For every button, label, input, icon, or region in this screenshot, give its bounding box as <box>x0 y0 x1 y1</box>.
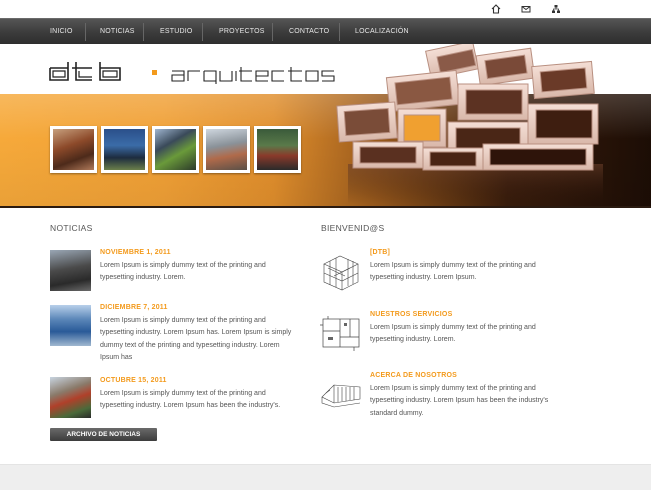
welcome-text: Lorem Ipsum is simply dummy text of the … <box>370 324 536 344</box>
welcome-text: Lorem Ipsum is simply dummy text of the … <box>370 385 549 417</box>
news-archive-button[interactable]: ARCHIVO DE NOTICIAS <box>50 428 157 441</box>
news-text: Lorem Ipsum is simply dummy text of the … <box>100 317 292 361</box>
news-thumbnail[interactable] <box>50 305 91 346</box>
nav-item-contacto[interactable]: CONTACTO <box>289 19 329 45</box>
news-text: Lorem Ipsum is simply dummy text of the … <box>100 262 266 282</box>
nav-item-inicio[interactable]: INICIO <box>50 19 73 45</box>
thumbnail-building-2[interactable] <box>101 126 148 173</box>
nav-divider <box>202 23 203 41</box>
welcome-text: Lorem Ipsum is simply dummy text of the … <box>370 262 536 282</box>
news-date: NOVIEMBRE 1, 2011 <box>100 249 171 256</box>
site-logo[interactable] <box>48 60 360 84</box>
hero-banner <box>0 44 651 206</box>
thumbnail-building-3[interactable] <box>152 126 199 173</box>
news-thumbnail[interactable] <box>50 250 91 291</box>
nav-divider <box>339 23 340 41</box>
mail-icon[interactable] <box>520 3 532 14</box>
footer <box>0 464 651 490</box>
news-date: DICIEMBRE 7, 2011 <box>100 304 168 311</box>
thumbnail-building-1[interactable] <box>50 126 97 173</box>
main-nav: INICIO NOTICIAS ESTUDIO PROYECTOS CONTAC… <box>0 18 651 44</box>
welcome-heading: [DTB] <box>370 249 391 256</box>
nav-item-localizacion[interactable]: LOCALIZACIÓN <box>355 19 409 45</box>
welcome-section-title: BIENVENID@S <box>321 223 385 233</box>
welcome-heading: ACERCA DE NOSOTROS <box>370 372 457 379</box>
nav-divider <box>272 23 273 41</box>
news-date: OCTUBRE 15, 2011 <box>100 377 167 384</box>
news-text: Lorem Ipsum is simply dummy text of the … <box>100 390 281 410</box>
nav-divider <box>143 23 144 41</box>
thumbnail-building-4[interactable] <box>203 126 250 173</box>
news-section-title: NOTICIAS <box>50 223 93 233</box>
home-icon[interactable] <box>490 3 502 14</box>
nav-divider <box>85 23 86 41</box>
welcome-heading: NUESTROS SERVICIOS <box>370 311 453 318</box>
nav-item-estudio[interactable]: ESTUDIO <box>160 19 193 45</box>
hero-divider <box>0 206 651 208</box>
utility-bar <box>0 0 651 18</box>
sketch-illustration-3 <box>321 384 361 408</box>
thumbnail-building-5[interactable] <box>254 126 301 173</box>
floorplan-illustration <box>320 316 360 351</box>
news-thumbnail[interactable] <box>50 377 91 418</box>
building-model-image <box>336 44 603 204</box>
sitemap-icon[interactable] <box>550 3 562 14</box>
sketch-illustration-1 <box>323 255 359 291</box>
nav-item-noticias[interactable]: NOTICIAS <box>100 19 135 45</box>
nav-item-proyectos[interactable]: PROYECTOS <box>219 19 265 45</box>
